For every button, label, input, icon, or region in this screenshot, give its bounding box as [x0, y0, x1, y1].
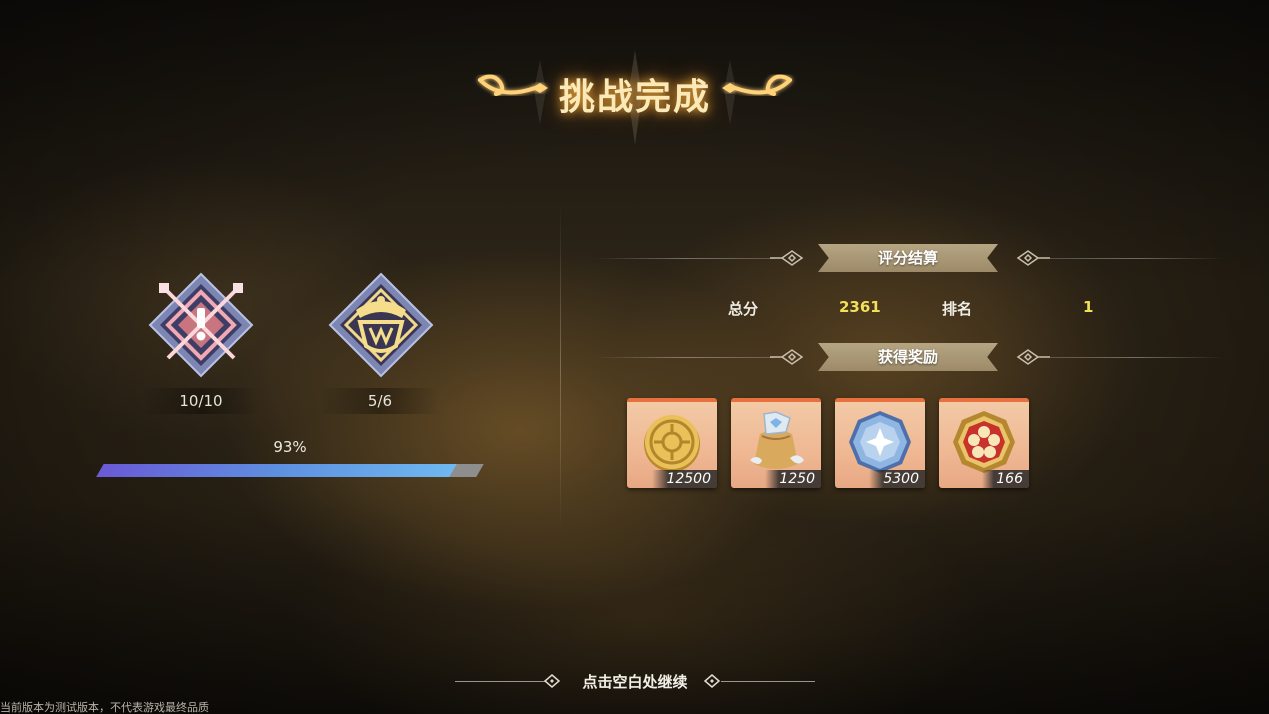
result-screen[interactable]: 挑战完成 10/10 5/6 93% 评分结算 总分 2361 排名 1 获得奖… [0, 0, 1269, 714]
page-title: 挑战完成 [558, 77, 711, 118]
reward-item-material-pouch[interactable]: 1250 [731, 398, 821, 488]
gold-coin-icon [644, 415, 700, 472]
golden-crest-icon [326, 270, 436, 380]
diamond-ornament-icon [703, 674, 721, 688]
continue-prompt[interactable]: 点击空白处继续 [455, 670, 815, 694]
section-line-right [1050, 357, 1225, 358]
reward-quantity: 1250 [765, 470, 821, 488]
reward-quantity: 5300 [869, 470, 925, 488]
version-disclaimer: 当前版本为测试版本，不代表游戏最终品质 [0, 701, 209, 714]
blue-crystal-token-icon [849, 411, 911, 473]
red-flower-medal-icon [953, 411, 1015, 473]
progress-percent: 93% [273, 438, 307, 456]
progress-bar-fill [96, 464, 458, 477]
title-banner: 挑战完成 [470, 50, 800, 150]
diamond-ornament-icon [770, 349, 804, 365]
material-pouch-icon [750, 411, 804, 469]
continue-line-right [721, 681, 815, 682]
section-line-right [1050, 258, 1225, 259]
total-score-label: 总分 [728, 300, 759, 318]
vertical-divider [560, 200, 561, 530]
continue-text: 点击空白处继续 [582, 673, 688, 691]
total-score-value: 2361 [839, 298, 881, 316]
diamond-ornament-icon [1016, 349, 1050, 365]
diamond-ornament-icon [1016, 250, 1050, 266]
rank-label: 排名 [942, 300, 973, 318]
reward-quantity: 166 [982, 470, 1029, 488]
reward-quantity: 12500 [652, 470, 717, 488]
reward-item-red-medal[interactable]: 166 [939, 398, 1029, 488]
rank-value: 1 [1083, 298, 1094, 316]
crossed-swords-exclamation-icon [146, 270, 256, 380]
reward-item-blue-token[interactable]: 5300 [835, 398, 925, 488]
progress-bar [96, 464, 484, 477]
section-line-left [595, 258, 775, 259]
badge-count-2: 5/6 [320, 388, 440, 414]
reward-item-gold-coin[interactable]: 12500 [627, 398, 717, 488]
score-section-header: 评分结算 [818, 244, 998, 272]
badge-count-1: 10/10 [141, 388, 261, 414]
section-line-left [595, 357, 775, 358]
diamond-ornament-icon [770, 250, 804, 266]
diamond-ornament-icon [543, 674, 561, 688]
rewards-section-header: 获得奖励 [818, 343, 998, 371]
continue-line-left [455, 681, 545, 682]
